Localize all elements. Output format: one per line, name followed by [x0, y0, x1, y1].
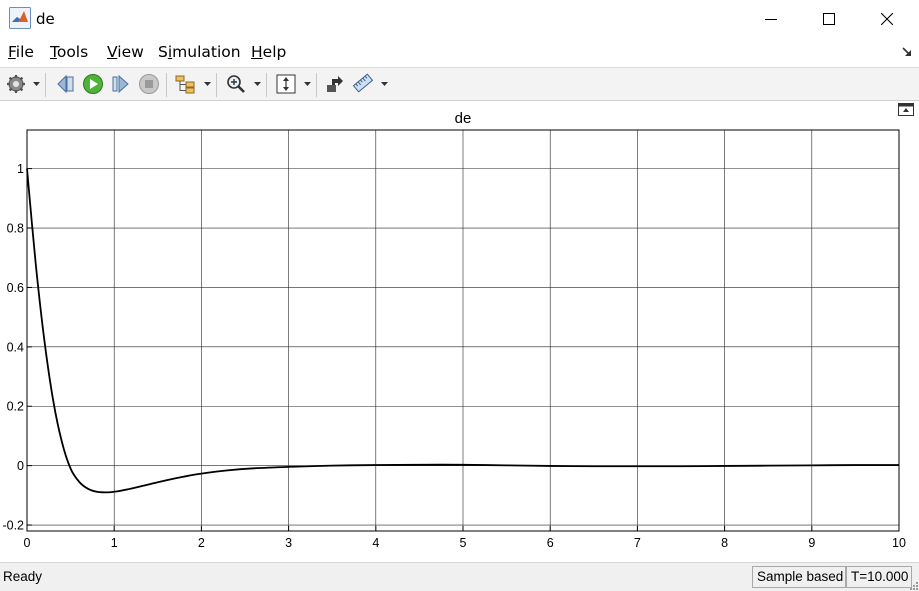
chevron-down-icon: [303, 82, 311, 86]
fit-to-view-dropdown[interactable]: [303, 74, 311, 94]
chevron-down-icon: [203, 82, 211, 86]
measurements-ruler-icon: [352, 73, 374, 93]
x-tick-label: 2: [198, 536, 205, 550]
x-tick-label: 6: [547, 536, 554, 550]
x-tick-labels: 0 1 2 3 4 5 6 7 8 9 10: [24, 536, 906, 550]
maximize-button[interactable]: [800, 0, 858, 38]
signal-hierarchy-button[interactable]: [174, 73, 196, 95]
measurements-dropdown[interactable]: [380, 74, 388, 94]
fit-to-view-icon: [276, 74, 296, 94]
menu-bar: File Tools View Simulation Help: [0, 38, 919, 66]
maximize-icon: [823, 13, 835, 25]
menu-simulation-prefix: S: [158, 43, 168, 61]
menu-simulation[interactable]: Simulation: [158, 43, 241, 61]
menu-file-label: ile: [15, 43, 34, 61]
x-tick-label: 1: [111, 536, 118, 550]
stop-icon: [139, 74, 159, 94]
window-title: de: [36, 10, 55, 28]
menu-file[interactable]: File: [8, 43, 34, 61]
menu-tools[interactable]: Tools: [50, 43, 88, 61]
y-tick-labels: -0.2 0 0.2 0.4 0.6 0.8 1: [2, 162, 24, 532]
highlight-block-button[interactable]: [324, 73, 346, 95]
toolbar: [0, 67, 919, 101]
y-tick-label: 0.2: [7, 400, 24, 414]
menu-help-mnemonic: H: [251, 43, 263, 61]
scope-plot[interactable]: de 0 1 2 3 4 5 6 7 8 9 10 -0.200.20.40.60.81: [0, 101, 919, 562]
close-icon: [881, 13, 893, 25]
settings-dropdown[interactable]: [32, 74, 40, 94]
chevron-down-icon: [32, 82, 40, 86]
toolbar-separator: [166, 73, 167, 97]
minimize-icon: [765, 19, 777, 20]
x-tick-label: 4: [372, 536, 379, 550]
step-back-icon: [57, 74, 74, 94]
chevron-down-icon: [253, 82, 261, 86]
step-back-button[interactable]: [55, 73, 77, 95]
chevron-down-icon: [380, 82, 388, 86]
minimize-button[interactable]: [742, 0, 800, 38]
step-forward-icon: [112, 74, 129, 94]
toolbar-separator: [216, 73, 217, 97]
grid-lines: [26, 130, 900, 531]
y-tick-label: 0.8: [7, 222, 24, 236]
status-sample-based: Sample based: [752, 566, 846, 588]
y-tick-label: 0: [17, 459, 24, 473]
y-tick-label: 1: [17, 162, 24, 176]
menu-view-label: iew: [117, 43, 144, 61]
x-tick-label: 0: [24, 536, 31, 550]
y-tick-label: 0.4: [7, 340, 24, 354]
status-bar: Ready Sample based T=10.000: [0, 562, 919, 591]
run-button[interactable]: [82, 73, 104, 95]
run-icon: [83, 74, 103, 94]
menu-file-mnemonic: F: [8, 43, 16, 61]
highlight-simulink-block-icon: [327, 76, 343, 92]
signal-hierarchy-dropdown[interactable]: [203, 74, 211, 94]
x-tick-label: 3: [285, 536, 292, 550]
x-tick-label: 7: [634, 536, 641, 550]
menu-tools-mnemonic: T: [50, 43, 57, 61]
menu-help[interactable]: Help: [251, 43, 286, 61]
x-tick-label: 5: [460, 536, 467, 550]
menu-view[interactable]: View: [107, 43, 144, 61]
settings-gear-icon: [7, 75, 25, 93]
settings-button[interactable]: [6, 73, 26, 95]
toolbar-separator: [316, 73, 317, 97]
step-forward-button[interactable]: [110, 73, 132, 95]
menu-tools-label: ools: [56, 43, 89, 61]
zoom-in-icon: [227, 75, 245, 93]
zoom-button[interactable]: [225, 73, 247, 95]
stop-button[interactable]: [138, 73, 160, 95]
measurements-button[interactable]: [352, 73, 374, 95]
menu-simulation-label: mulation: [172, 43, 241, 61]
x-tick-label: 8: [721, 536, 728, 550]
status-ready: Ready: [3, 569, 43, 584]
menu-view-mnemonic: V: [107, 43, 118, 61]
close-button[interactable]: [858, 0, 916, 38]
x-tick-label: 9: [808, 536, 815, 550]
y-tick-label: 0.6: [7, 281, 24, 295]
fit-to-view-button[interactable]: [275, 73, 297, 95]
toolbar-separator: [45, 73, 46, 97]
plot-title: de: [455, 110, 472, 127]
toolbar-separator: [266, 73, 267, 97]
resize-grip-icon[interactable]: [908, 580, 918, 590]
signal-hierarchy-icon: [175, 75, 195, 94]
dock-arrow-icon[interactable]: [901, 46, 913, 58]
zoom-dropdown[interactable]: [253, 74, 261, 94]
status-simulation-time: T=10.000: [846, 566, 912, 588]
menu-help-label: elp: [262, 43, 287, 61]
matlab-logo-icon: [9, 7, 31, 29]
y-tick-label: -0.2: [2, 519, 24, 533]
x-tick-label: 10: [892, 536, 906, 550]
title-bar: de: [0, 0, 919, 38]
